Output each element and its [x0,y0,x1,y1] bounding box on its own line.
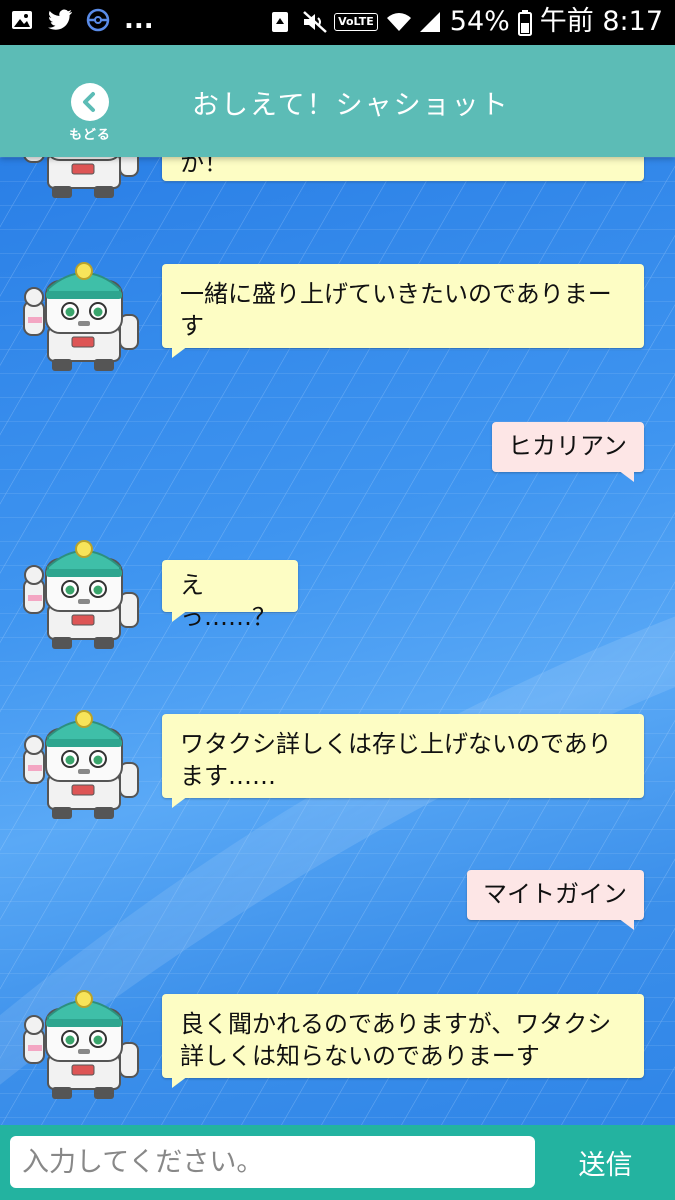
image-icon [10,8,34,32]
notification-overflow: ... [124,5,154,35]
message-text: 良く聞かれるのでありますが、ワタクシ詳しくは知らないのでありまーす [180,1010,612,1070]
chat-area[interactable]: か！ 一緒に盛り上げていきたいのでありまーす ヒカリアン えっ……？ ワタクシ詳… [0,157,675,1125]
chat-message: ワタクシ詳しくは存じ上げないのであります…… [162,714,644,808]
message-text: か！ [180,157,228,177]
clock: 午前 8:17 [539,6,663,37]
message-text: えっ……？ [180,571,276,631]
robot-avatar-icon [22,257,142,377]
message-text: ワタクシ詳しくは存じ上げないのであります…… [180,730,612,790]
back-button[interactable]: もどる [64,83,116,143]
recycle-icon [270,10,294,34]
page-title: おしえて！シャショット [192,90,510,121]
robot-avatar-icon [22,705,142,825]
chat-message-user: マイトガイン [467,870,644,930]
message-text: 一緒に盛り上げていきたいのでありまーす [180,280,612,340]
message-text: ヒカリアン [508,432,628,460]
message-text: マイトガイン [483,880,627,908]
chat-message: 一緒に盛り上げていきたいのでありまーす [162,264,644,358]
twitter-icon [48,8,72,32]
message-input-bar: 送信 [0,1125,675,1200]
robot-avatar-icon [22,535,142,655]
chat-message: えっ……？ [162,560,298,631]
back-label: もどる [69,128,111,143]
robot-avatar-icon [22,985,142,1105]
back-arrow-icon [71,83,109,121]
pokeball-icon [86,8,110,32]
message-input[interactable] [10,1136,535,1188]
volte-badge: VoLTE [334,13,378,31]
chat-message-user: ヒカリアン [492,422,644,482]
app-header: もどる おしえて！シャショット [0,45,675,157]
battery-icon [517,10,532,36]
battery-percentage: 54% [449,6,510,37]
robot-avatar-icon [22,157,142,204]
send-button[interactable]: 送信 [548,1136,663,1188]
chat-message: か！ [162,157,644,181]
status-bar: ... VoLTE 54% 午前 8:17 [0,0,675,45]
signal-icon [418,10,442,34]
chat-message: 良く聞かれるのでありますが、ワタクシ詳しくは知らないのでありまーす [162,994,644,1088]
wifi-icon [386,10,411,34]
mute-icon [302,10,327,34]
